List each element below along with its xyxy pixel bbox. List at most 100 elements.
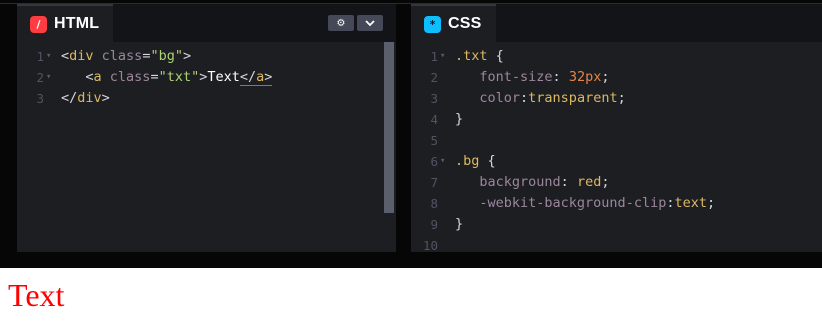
code-text: -webkit-background-clip:text; (455, 193, 715, 214)
code-token: : (552, 69, 569, 85)
code-token: </ (239, 69, 257, 86)
line-number: 9 (430, 217, 438, 232)
code-token: ; (601, 69, 610, 85)
line-number: 10 (422, 238, 438, 252)
code-line[interactable]: 4} (411, 109, 822, 130)
line-number: 1 (36, 49, 44, 64)
code-token: ; (706, 195, 716, 211)
code-token: 32px (568, 69, 602, 85)
code-token: < (61, 69, 94, 85)
code-token: ; (601, 174, 610, 190)
code-token: = (150, 69, 159, 85)
code-token: class (101, 48, 143, 64)
code-token: Text (207, 69, 240, 85)
css-badge-icon: * (424, 15, 441, 33)
code-token: > (182, 48, 192, 64)
code-line[interactable]: 1 ▾ <div class="bg"> (17, 46, 396, 67)
code-token: < (61, 48, 70, 64)
code-text: color:transparent; (455, 88, 625, 109)
code-line[interactable]: 3 color:transparent; (411, 88, 822, 109)
code-text: .bg { (455, 151, 496, 172)
code-line[interactable]: 3 </div> (17, 88, 396, 109)
html-code-editor[interactable]: 1 ▾ <div class="bg"> 2 ▾ <a class="txt">Text… (17, 46, 396, 109)
code-line[interactable]: 7 background: red; (411, 172, 822, 193)
code-token: red (576, 174, 602, 190)
code-token: font-size (479, 69, 553, 85)
code-token: class (109, 69, 151, 85)
tab-html-label: HTML (54, 15, 100, 32)
code-token: transparent (528, 90, 618, 106)
code-line[interactable]: 5 (411, 130, 822, 151)
code-line[interactable]: 2 font-size: 32px; (411, 67, 822, 88)
code-token: } (455, 111, 464, 127)
line-number: 6 (430, 154, 438, 169)
css-editor-pane[interactable]: * CSS 1 ▾ .txt {2 font-size: 32px; 3 color:… (411, 4, 822, 252)
code-token: a (93, 69, 102, 85)
code-token: div (69, 48, 94, 64)
dropdown-button[interactable] (357, 15, 383, 31)
code-token: text (674, 195, 707, 211)
preview-output-text: Text (8, 277, 65, 313)
code-token: color (479, 90, 521, 106)
line-number: 1 (430, 49, 438, 64)
chevron-down-icon (365, 19, 375, 26)
code-text: } (455, 109, 463, 130)
editor-area: / HTML ⚙ 1 ▾ <div class="bg"> 2 ▾ <a class="… (0, 0, 822, 268)
code-text: <a class="txt">Text</a> (61, 67, 273, 88)
code-token: > (101, 90, 110, 106)
code-token: "txt" (158, 69, 200, 85)
code-token: { (487, 48, 504, 64)
code-line[interactable]: 2 ▾ <a class="txt">Text</a> (17, 67, 396, 88)
html-editor-pane[interactable]: / HTML ⚙ 1 ▾ <div class="bg"> 2 ▾ <a class="… (17, 4, 396, 252)
line-number: 2 (430, 70, 438, 85)
code-line[interactable]: 10 (411, 235, 822, 252)
html-editor-scrollbar[interactable] (384, 42, 394, 213)
css-code-editor[interactable]: 1 ▾ .txt {2 font-size: 32px; 3 color:transp… (411, 46, 822, 252)
tab-html[interactable]: / HTML (17, 4, 114, 42)
fold-arrow-icon[interactable]: ▾ (440, 151, 445, 172)
code-line[interactable]: 8 -webkit-background-clip:text; (411, 193, 822, 214)
code-token: : (560, 174, 577, 190)
code-text: .txt { (455, 46, 504, 67)
html-badge-icon: / (30, 15, 47, 33)
code-token: .txt (455, 48, 488, 64)
line-number: 5 (430, 133, 438, 148)
line-number: 2 (36, 70, 44, 85)
fold-arrow-icon[interactable]: ▾ (440, 46, 445, 67)
code-token: </ (61, 90, 78, 106)
line-number: 3 (36, 91, 44, 106)
tab-css-label: CSS (448, 15, 482, 32)
code-token: } (455, 216, 464, 232)
code-token: .bg (455, 153, 480, 169)
pane-resize-handle[interactable] (396, 4, 411, 252)
code-token: background (479, 174, 561, 190)
code-line[interactable]: 6 ▾ .bg { (411, 151, 822, 172)
fold-arrow-icon[interactable]: ▾ (46, 46, 51, 67)
code-text: background: red; (455, 172, 609, 193)
line-number: 8 (430, 196, 438, 211)
tab-css[interactable]: * CSS (411, 4, 496, 42)
code-text: </div> (61, 88, 110, 109)
code-text: } (455, 214, 463, 235)
code-token: div (77, 90, 102, 106)
code-token: { (479, 153, 496, 169)
fold-arrow-icon[interactable]: ▾ (46, 67, 51, 88)
settings-button[interactable]: ⚙ (328, 15, 354, 31)
line-number: 7 (430, 175, 438, 190)
code-token: -webkit-background-clip (479, 195, 667, 211)
code-token: > (264, 69, 273, 86)
code-token: : (520, 90, 529, 106)
gear-icon: ⚙ (336, 17, 346, 29)
code-line[interactable]: 1 ▾ .txt { (411, 46, 822, 67)
editor-bottom-bar (0, 252, 822, 268)
code-text: font-size: 32px; (455, 67, 609, 88)
code-line[interactable]: 9} (411, 214, 822, 235)
code-token: "bg" (150, 48, 183, 64)
line-number: 4 (430, 112, 438, 127)
code-text: <div class="bg"> (61, 46, 191, 67)
